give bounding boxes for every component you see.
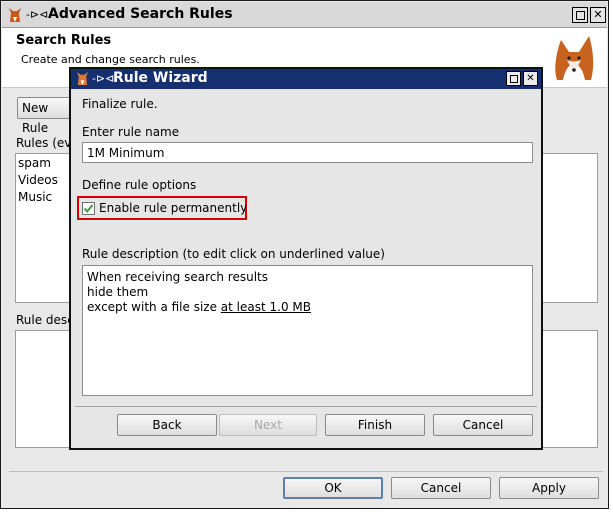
wizard-step-text: Finalize rule. xyxy=(82,97,158,111)
list-item[interactable]: Music xyxy=(18,190,52,204)
description-line: hide them xyxy=(87,285,149,299)
divider xyxy=(9,471,603,472)
window-titlebar[interactable]: -⊳⊲ Advanced Search Rules ✕ xyxy=(2,2,607,28)
window-title: Advanced Search Rules xyxy=(48,6,233,22)
pin-icon[interactable]: -⊳⊲ xyxy=(26,8,48,21)
rule-name-label: Enter rule name xyxy=(82,125,180,139)
header-subtitle: Create and change search rules. xyxy=(21,53,200,66)
list-item[interactable]: Videos xyxy=(18,173,58,187)
enable-permanently-label[interactable]: Enable rule permanently xyxy=(99,201,247,215)
maximize-button[interactable] xyxy=(506,71,521,86)
fox-app-icon xyxy=(9,8,21,22)
rule-name-value: 1M Minimum xyxy=(87,146,165,160)
rule-description-box: When receiving search results hide them … xyxy=(82,265,533,396)
enable-permanently-checkbox[interactable] xyxy=(82,202,95,215)
divider xyxy=(75,406,537,407)
cancel-button[interactable]: Cancel xyxy=(433,414,533,436)
rule-wizard-dialog: -⊳⊲ Rule Wizard ✕ Finalize rule. Enter r… xyxy=(69,67,543,450)
new-rule-button[interactable]: New Rule xyxy=(17,97,77,135)
back-button[interactable]: Back xyxy=(117,414,217,436)
description-line: When receiving search results xyxy=(87,270,268,284)
cancel-button[interactable]: Cancel xyxy=(391,477,491,499)
wizard-titlebar[interactable]: -⊳⊲ Rule Wizard ✕ xyxy=(71,69,541,89)
list-item[interactable]: spam xyxy=(18,156,51,170)
finish-button[interactable]: Finish xyxy=(325,414,425,436)
ok-button[interactable]: OK xyxy=(283,477,383,499)
fox-app-icon xyxy=(76,72,89,85)
rule-name-input[interactable]: 1M Minimum xyxy=(82,142,533,163)
file-size-link[interactable]: at least 1.0 MB xyxy=(221,300,311,314)
close-button[interactable]: ✕ xyxy=(590,7,606,23)
close-button[interactable]: ✕ xyxy=(523,71,538,86)
rule-description-label: Rule description (to edit click on under… xyxy=(82,247,385,261)
apply-button[interactable]: Apply xyxy=(499,477,599,499)
fox-logo-icon xyxy=(555,36,594,80)
wizard-title: Rule Wizard xyxy=(113,70,208,86)
maximize-button[interactable] xyxy=(572,7,588,23)
description-line: except with a file size at least 1.0 MB xyxy=(87,300,311,314)
description-text: except with a file size xyxy=(87,300,221,314)
checkmark-icon xyxy=(83,204,94,214)
pin-icon[interactable]: -⊳⊲ xyxy=(92,72,114,85)
next-button: Next xyxy=(219,414,317,436)
rule-options-label: Define rule options xyxy=(82,178,197,192)
header-title: Search Rules xyxy=(16,33,112,48)
rule-description-label: Rule desc xyxy=(16,313,74,327)
